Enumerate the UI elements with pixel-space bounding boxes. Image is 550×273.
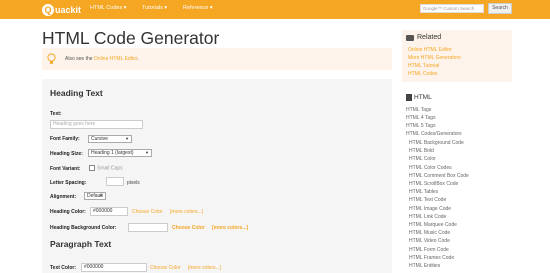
sidebar-sub-item[interactable]: HTML Frames Code [409,255,454,261]
sidebar-item-html-tags[interactable]: HTML Tags [406,107,431,113]
sidebar-sub-item[interactable]: HTML Form Code [409,247,449,253]
chevron-down-icon: ▼ [99,193,103,198]
small-caps-label: Small Caps [97,165,123,172]
sidebar-html-heading: HTML [406,94,432,101]
sidebar-sub-item[interactable]: HTML Entities [409,263,440,269]
small-caps-option[interactable]: Small Caps [89,165,123,171]
related-link-online-editor[interactable]: Online HTML Editor [408,47,452,53]
related-icon [406,35,414,41]
chevron-down-icon: ▼ [145,150,149,155]
text-color-label: Text Color: [50,265,77,271]
bg-more-colors-link[interactable]: [more colors...] [212,225,248,231]
paragraph-section-title: Paragraph Text [50,239,112,249]
sidebar-sub-item[interactable]: HTML Link Code [409,214,446,220]
font-variant-label: Font Variant: [50,166,81,172]
text-label: Text: [50,111,62,117]
generator-panel: Heading Text Text: Heading goes here Fon… [42,79,392,273]
sidebar-sub-item[interactable]: HTML Image Code [409,206,451,212]
quackit-logo[interactable]: Q uackit [42,3,81,16]
letter-spacing-label: Letter Spacing: [50,180,87,186]
sidebar-sub-item[interactable]: HTML Color [409,156,436,162]
heading-color-input[interactable]: #000000 [90,207,128,216]
heading-size-value: Heading 1 (largest) [91,150,134,156]
font-family-value: Cursive [91,136,108,142]
related-link-more-generators[interactable]: More HTML Generators [408,55,461,61]
sidebar-sub-item[interactable]: HTML Color Codes [409,165,452,171]
tip-text: Also see the Online HTML Editor. [65,56,139,62]
heading-section-title: Heading Text [50,88,103,98]
sidebar-sub-item[interactable]: HTML Comment Box Code [409,173,469,179]
heading-choose-color-link[interactable]: Choose Color [132,209,163,215]
letter-spacing-input[interactable] [106,177,124,186]
sidebar-sub-item[interactable]: HTML Bold [409,148,434,154]
heading-bg-color-label: Heading Background Color: [50,225,117,231]
sidebar-sub-item[interactable]: HTML Tables [409,189,438,195]
sidebar-sub-item[interactable]: HTML Video Code [409,238,450,244]
chevron-down-icon: ▼ [125,136,129,141]
sidebar-sub-item[interactable]: HTML Music Code [409,230,450,236]
tip-prefix: Also see the [65,56,94,62]
nav-tutorials[interactable]: Tutorials ▾ [142,5,167,11]
sidebar-sub-item[interactable]: HTML Marquee Code [409,222,457,228]
alignment-select[interactable]: Default ▼ [84,192,106,200]
related-link-html-tutorial[interactable]: HTML Tutorial [408,63,439,69]
text-choose-color-link[interactable]: Choose Color [150,265,181,271]
sidebar-sub-item[interactable]: HTML ScrollBox Code [409,181,458,187]
heading-color-label: Heading Color: [50,209,86,215]
html5-shield-icon [406,94,412,101]
sidebar-sub-item[interactable]: HTML Background Code [409,140,464,146]
related-box: Related Online HTML Editor More HTML Gen… [402,30,512,82]
heading-size-select[interactable]: Heading 1 (largest) ▼ [88,149,152,157]
sidebar-heading-label: HTML [414,94,432,102]
text-more-colors-link[interactable]: [more colors...] [188,265,221,271]
sidebar-item-html5-tags[interactable]: HTML 5 Tags [406,123,435,129]
related-title: Related [417,34,442,41]
nav-html-codes[interactable]: HTML Codes ▾ [90,5,126,11]
logo-text: uackit [55,4,82,15]
heading-text-input[interactable]: Heading goes here [50,120,143,129]
heading-size-label: Heading Size: [50,151,83,157]
search-input[interactable]: Google™ Custom Search [420,4,484,13]
font-family-label: Font Family: [50,136,80,142]
heading-more-colors-link[interactable]: [more colors...] [170,209,203,215]
tip-suffix: . [137,56,139,62]
top-bar: Q uackit HTML Codes ▾ Tutorials ▾ Refere… [0,0,550,19]
text-color-input[interactable]: #000000 [81,263,147,272]
font-family-select[interactable]: Cursive ▼ [88,135,132,143]
online-editor-link[interactable]: Online HTML Editor [94,56,137,62]
search-button[interactable]: Search [488,3,512,14]
sidebar-sub-item[interactable]: HTML Text Code [409,197,446,203]
letter-spacing-unit: pixels [127,180,140,186]
small-caps-checkbox[interactable] [89,165,95,171]
related-link-html-codes[interactable]: HTML Codes [408,71,437,77]
sidebar-item-html4-tags[interactable]: HTML 4 Tags [406,115,435,121]
logo-mark: Q [42,3,54,16]
page-title: HTML Code Generator [42,28,220,48]
tip-box: Also see the Online HTML Editor. [42,48,392,70]
nav-reference[interactable]: Reference ▾ [183,5,213,11]
alignment-label: Alignment: [50,194,77,200]
heading-bg-color-input[interactable] [128,223,168,232]
lightbulb-icon [47,53,56,64]
sidebar-item-codes-generators[interactable]: HTML Codes/Generators [406,131,462,137]
bg-choose-color-link[interactable]: Choose Color [172,225,205,231]
